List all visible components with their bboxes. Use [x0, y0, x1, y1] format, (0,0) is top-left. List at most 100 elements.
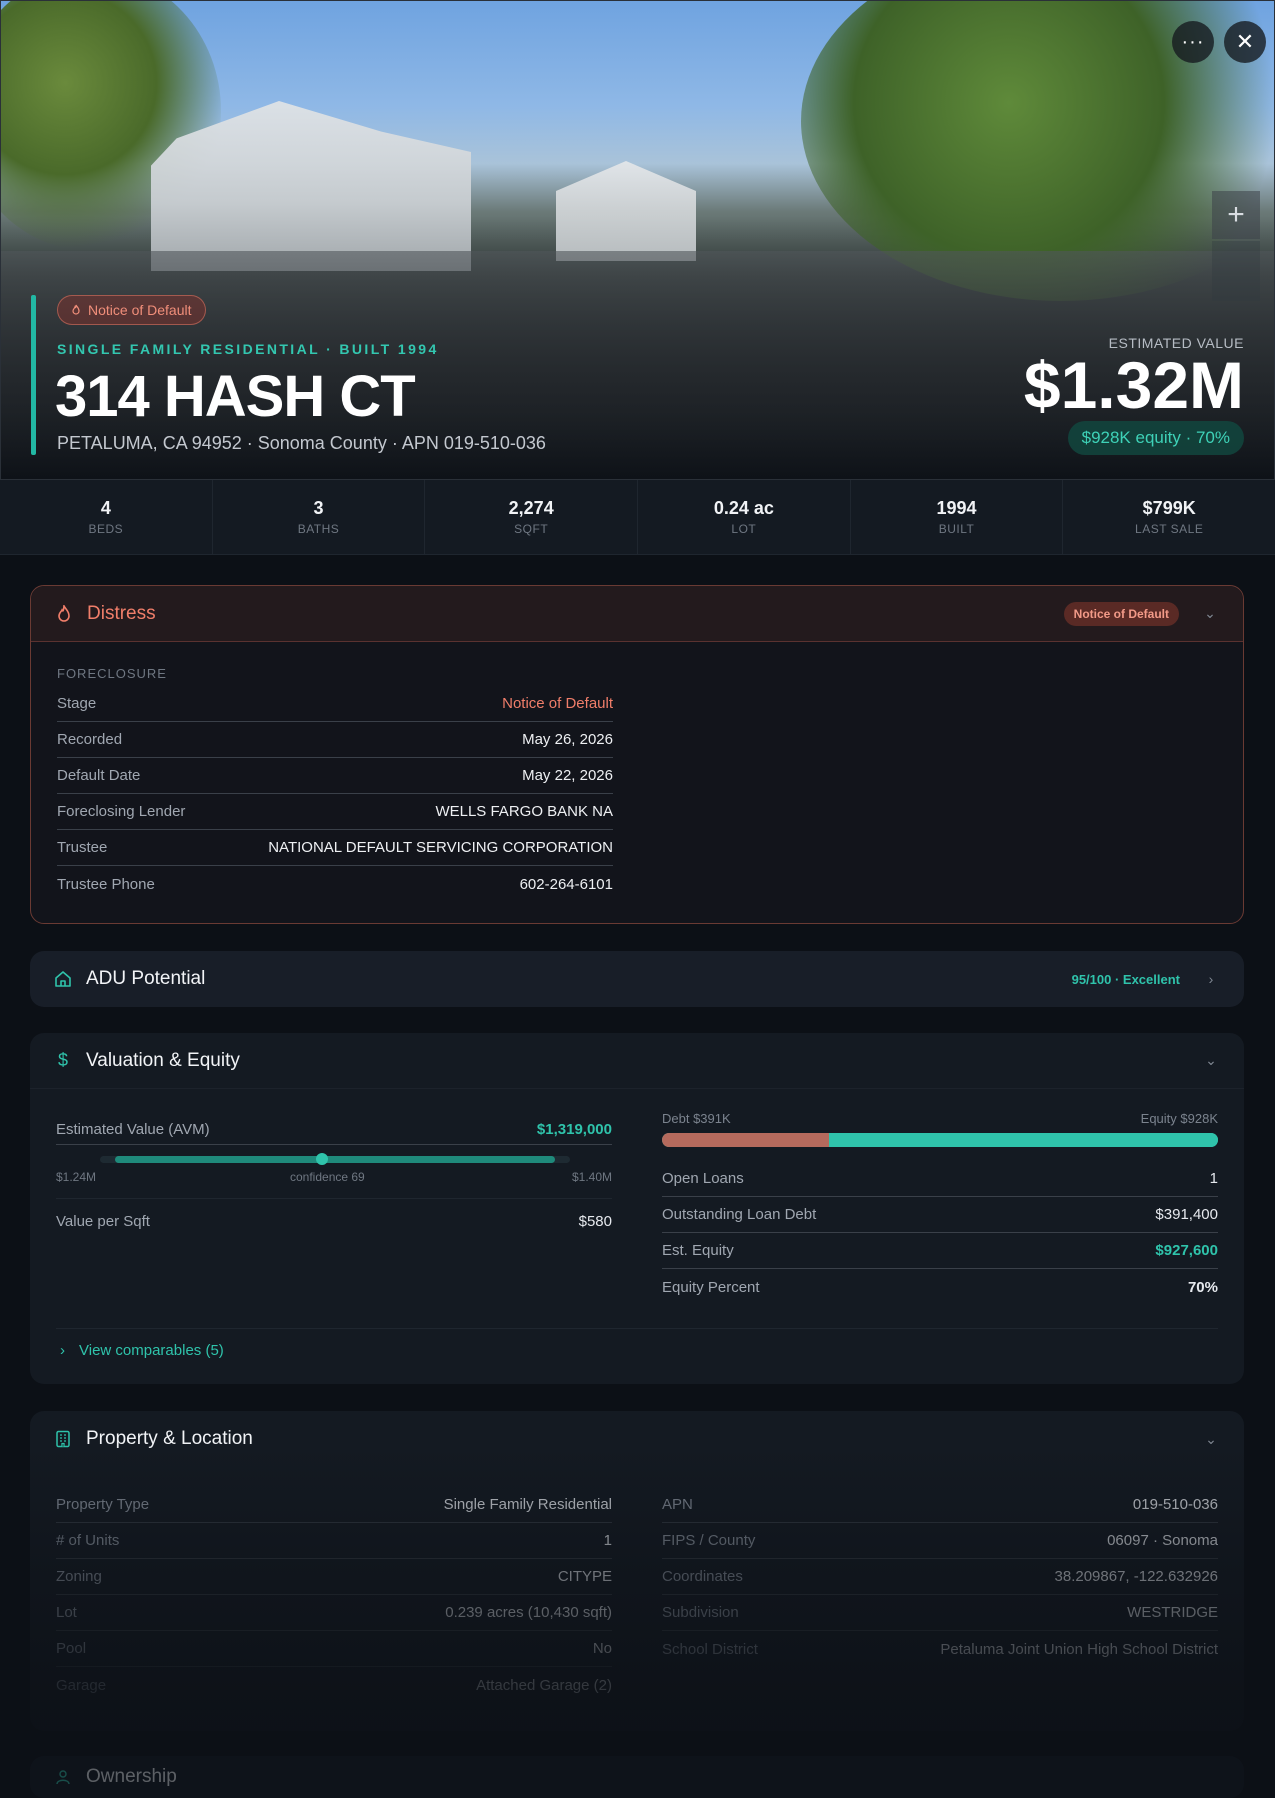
row-key: Zoning — [56, 1568, 102, 1585]
person-icon — [54, 1768, 72, 1786]
row-key: Trustee — [57, 839, 108, 856]
stat-lot: 0.24 ac LOT — [638, 480, 851, 554]
row-key: Est. Equity — [662, 1242, 734, 1259]
equity-label: Equity $928K — [1140, 1111, 1218, 1126]
stats-bar: 4 BEDS 3 BATHS 2,274 SQFT 0.24 ac LOT 1994 BU… — [0, 480, 1275, 555]
location-row: School District Petaluma Joint Union High… — [662, 1631, 1218, 1667]
stat-label: BATHS — [297, 522, 340, 536]
flame-icon — [72, 304, 80, 315]
ownership-card-header[interactable]: Ownership — [30, 1756, 1244, 1798]
property-title: Property & Location — [86, 1428, 253, 1449]
hero-house-distant — [556, 161, 696, 261]
row-key: Coordinates — [662, 1568, 743, 1585]
loan-row: Est. Equity $927,600 — [662, 1233, 1218, 1269]
row-value: 602-264-6101 — [519, 875, 613, 893]
view-comparables-link[interactable]: › View comparables (5) — [60, 1342, 224, 1359]
row-value: Notice of Default — [502, 695, 613, 712]
comps-link-label: View comparables (5) — [79, 1342, 224, 1359]
row-value: 1 — [1209, 1170, 1218, 1187]
flame-icon — [55, 604, 73, 623]
zoom-out-button[interactable] — [1212, 241, 1260, 301]
stat-value: 4 — [100, 498, 111, 518]
foreclosure-row: Recorded May 26, 2026 — [57, 722, 613, 758]
more-icon: ··· — [1181, 30, 1205, 53]
property-card-header[interactable]: Property & Location ⌄ — [30, 1411, 1244, 1467]
stat-built: 1994 BUILT — [851, 480, 1064, 554]
property-row: Property Type Single Family Residential — [56, 1487, 612, 1523]
more-options-button[interactable]: ··· — [1172, 21, 1214, 63]
location-row: Coordinates 38.209867, -122.632926 — [662, 1559, 1218, 1595]
foreclosure-row: Foreclosing Lender WELLS FARGO BANK NA — [57, 794, 613, 830]
property-row: Zoning CITYPE — [56, 1559, 612, 1595]
row-key: Open Loans — [662, 1170, 744, 1187]
loan-row: Equity Percent 70% — [662, 1269, 1218, 1305]
row-key: Property Type — [56, 1496, 150, 1513]
row-key: Outstanding Loan Debt — [662, 1206, 817, 1223]
foreclosure-row: Default Date May 22, 2026 — [57, 758, 613, 794]
distress-title: Distress — [87, 602, 156, 624]
valuation-card-header[interactable]: $ Valuation & Equity ⌄ — [30, 1033, 1244, 1089]
adu-title: ADU Potential — [86, 968, 206, 989]
row-key: # of Units — [56, 1532, 120, 1549]
chevron-right-icon[interactable]: › — [1202, 970, 1220, 988]
row-key: Equity Percent — [662, 1278, 760, 1296]
property-row: Garage Attached Garage (2) — [56, 1667, 612, 1703]
chevron-down-icon[interactable]: ⌄ — [1202, 1052, 1220, 1070]
row-value: No — [592, 1640, 612, 1657]
value-per-sqft-row: Value per Sqft $580 — [56, 1213, 612, 1230]
row-value: WELLS FARGO BANK NA — [435, 803, 613, 820]
row-value: May 22, 2026 — [522, 767, 613, 784]
estimated-value: $1.32M — [1023, 348, 1244, 422]
avm-value: $1,319,000 — [536, 1121, 612, 1138]
stat-baths: 3 BATHS — [213, 480, 426, 554]
avm-range-marker — [316, 1153, 328, 1165]
stat-sqft: 2,274 SQFT — [425, 480, 639, 554]
adu-score: 95/100 · Excellent — [1071, 971, 1180, 987]
property-row: # of Units 1 — [56, 1523, 612, 1559]
row-key: Stage — [57, 695, 97, 712]
stat-beds: 4 BEDS — [0, 480, 213, 554]
debt-equity-bar — [662, 1133, 1218, 1147]
avm-range-track — [100, 1153, 570, 1165]
distress-card-header[interactable]: Distress Notice of Default ⌄ — [31, 586, 1243, 642]
distress-card: Distress Notice of Default ⌄ FORECLOSURE… — [30, 585, 1244, 924]
plus-icon: + — [1227, 198, 1245, 231]
distress-status-badge: Notice of Default — [1063, 601, 1179, 626]
row-value: $580 — [578, 1213, 612, 1230]
chevron-down-icon[interactable]: ⌄ — [1201, 605, 1219, 623]
property-address-line: PETALUMA, CA 94952 · Sonoma County · APN… — [57, 433, 546, 453]
close-button[interactable]: ✕ — [1224, 21, 1266, 63]
ownership-title: Ownership — [86, 1766, 177, 1787]
row-key: Lot — [56, 1604, 77, 1621]
row-key: Default Date — [57, 767, 141, 784]
divider — [56, 1328, 1218, 1329]
debt-segment — [662, 1133, 829, 1147]
valuation-title: Valuation & Equity — [86, 1049, 240, 1071]
loan-row: Open Loans 1 — [662, 1161, 1218, 1197]
row-value: May 26, 2026 — [522, 731, 613, 748]
row-value: $391,400 — [1155, 1206, 1218, 1223]
range-low: $1.24M — [56, 1170, 97, 1184]
location-row: APN 019-510-036 — [662, 1487, 1218, 1523]
range-high: $1.40M — [571, 1170, 612, 1184]
stat-label: BEDS — [88, 522, 124, 536]
zoom-in-button[interactable]: + — [1212, 191, 1260, 239]
row-key: FIPS / County — [662, 1532, 756, 1549]
foreclosure-section-label: FORECLOSURE — [57, 666, 167, 681]
adu-card[interactable]: ADU Potential 95/100 · Excellent › — [30, 951, 1244, 1007]
hero-accent-bar — [31, 295, 36, 455]
row-value: Single Family Residential — [443, 1496, 612, 1513]
property-row: Lot 0.239 acres (10,430 sqft) — [56, 1595, 612, 1631]
location-row: FIPS / County 06097 · Sonoma — [662, 1523, 1218, 1559]
adu-card-header[interactable]: ADU Potential 95/100 · Excellent › — [30, 951, 1244, 1007]
stat-label: SQFT — [514, 522, 549, 536]
chevron-down-icon[interactable]: ⌄ — [1202, 1430, 1220, 1448]
ownership-card[interactable]: Ownership — [30, 1756, 1244, 1798]
row-key: Value per Sqft — [56, 1213, 150, 1230]
row-key: Pool — [56, 1640, 87, 1657]
debt-label: Debt $391K — [662, 1111, 731, 1126]
row-value: 019-510-036 — [1132, 1496, 1218, 1513]
house-icon — [54, 970, 72, 988]
foreclosure-row: Stage Notice of Default — [57, 686, 613, 722]
row-value: CITYPE — [557, 1568, 612, 1585]
